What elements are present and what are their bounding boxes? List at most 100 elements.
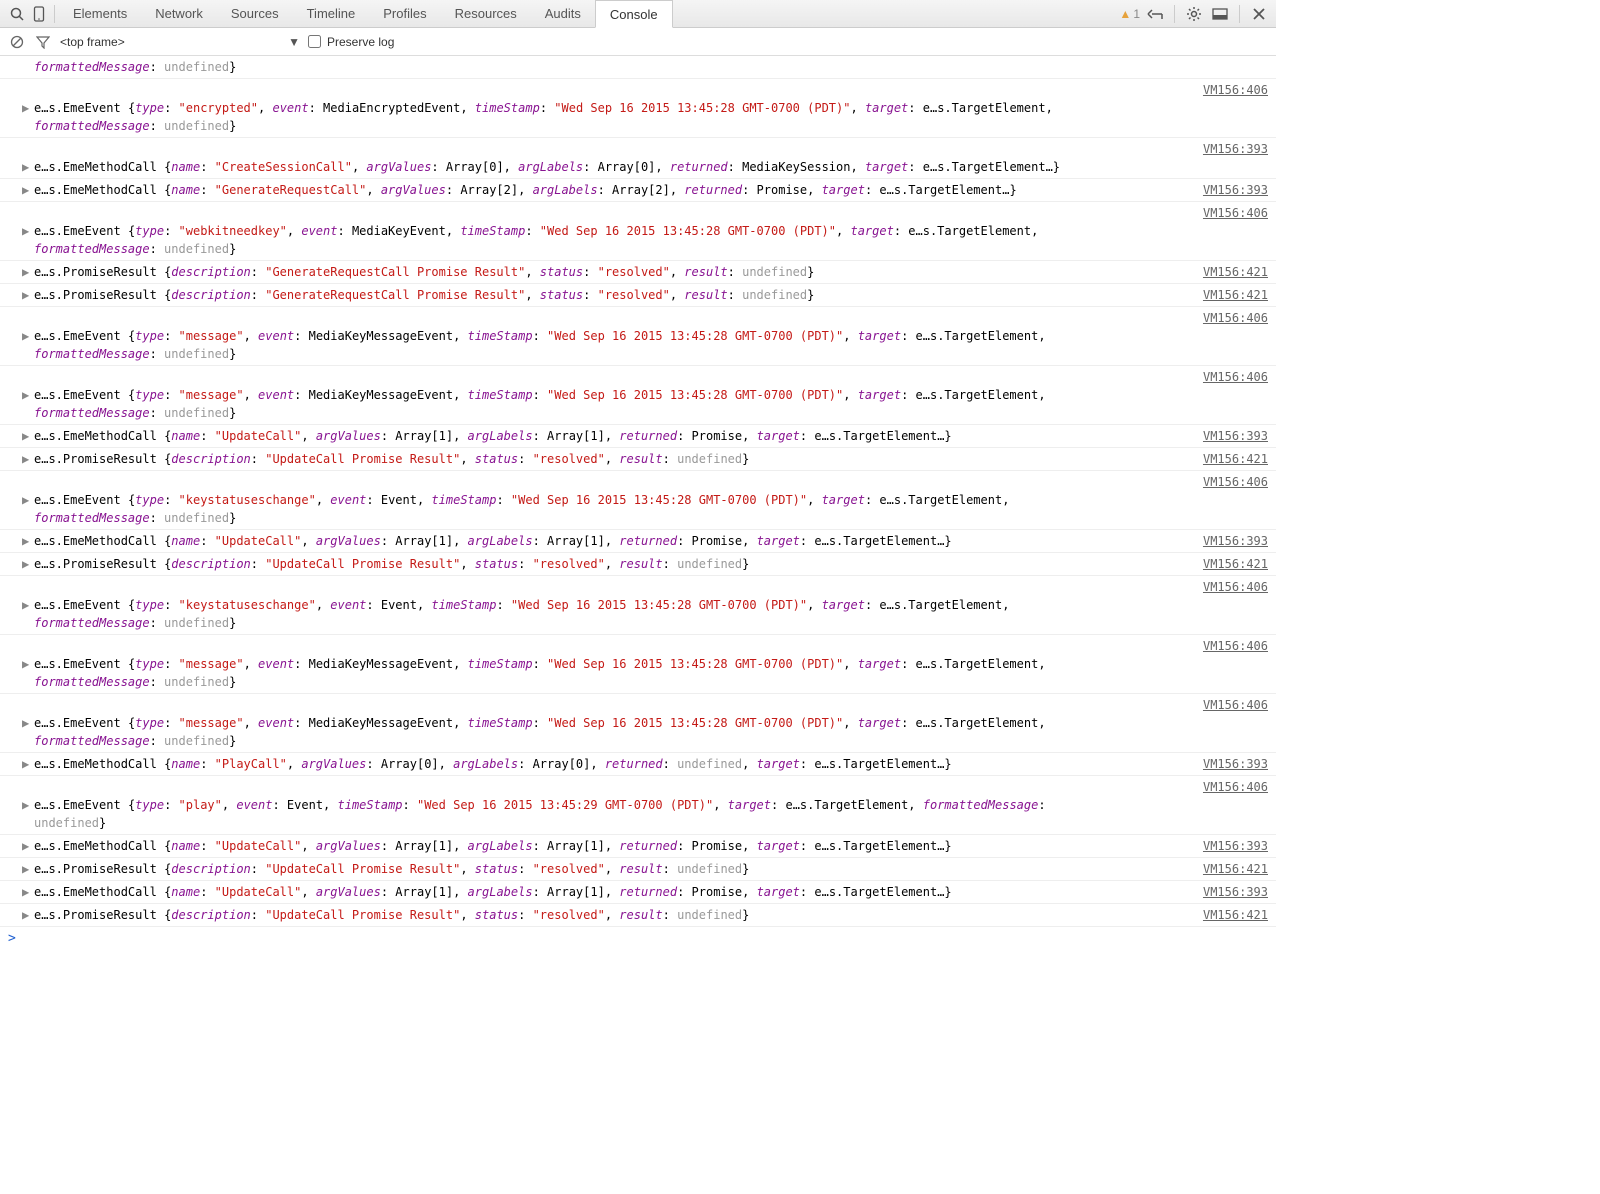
source-link[interactable]: VM156:393	[1203, 181, 1268, 199]
panel-tabs: Elements Network Sources Timeline Profil…	[59, 0, 673, 27]
close-icon[interactable]	[1248, 3, 1270, 25]
expand-arrow-icon[interactable]: ▶	[22, 99, 29, 117]
expand-arrow-icon[interactable]: ▶	[22, 906, 29, 924]
expand-arrow-icon[interactable]: ▶	[22, 263, 29, 281]
log-row: VM156:406 ▶ e…s.EmeEvent {type: "webkitn…	[0, 202, 1276, 261]
expand-arrow-icon[interactable]: ▶	[22, 837, 29, 855]
source-link[interactable]: VM156:421	[1203, 860, 1268, 878]
log-row: VM156:406 ▶ e…s.EmeEvent {type: "message…	[0, 635, 1276, 694]
device-icon[interactable]	[28, 3, 50, 25]
preserve-log-checkbox[interactable]: Preserve log	[308, 35, 394, 49]
log-row: VM156:421 ▶ e…s.PromiseResult {descripti…	[0, 261, 1276, 284]
log-row: VM156:421 ▶ e…s.PromiseResult {descripti…	[0, 284, 1276, 307]
log-row: VM156:406 ▶ e…s.EmeEvent {type: "encrypt…	[0, 79, 1276, 138]
preserve-log-label: Preserve log	[327, 35, 394, 49]
source-link[interactable]: VM156:406	[1203, 778, 1268, 796]
source-link[interactable]: VM156:421	[1203, 450, 1268, 468]
tab-network[interactable]: Network	[141, 0, 217, 27]
dock-icon[interactable]	[1209, 3, 1231, 25]
log-row: VM156:393 ▶ e…s.EmeMethodCall {name: "Up…	[0, 425, 1276, 448]
warning-count[interactable]: ▲ 1	[1119, 7, 1140, 21]
log-row: VM156:406 ▶ e…s.EmeEvent {type: "keystat…	[0, 471, 1276, 530]
source-link[interactable]: VM156:393	[1203, 532, 1268, 550]
source-link[interactable]: VM156:421	[1203, 286, 1268, 304]
console-prompt[interactable]: >	[0, 927, 1276, 950]
source-link[interactable]: VM156:406	[1203, 578, 1268, 596]
expand-arrow-icon[interactable]: ▶	[22, 491, 29, 509]
expand-arrow-icon[interactable]: ▶	[22, 450, 29, 468]
prompt-caret-icon: >	[8, 931, 16, 946]
expand-arrow-icon[interactable]: ▶	[22, 796, 29, 814]
separator	[1174, 5, 1175, 23]
source-link[interactable]: VM156:421	[1203, 555, 1268, 573]
log-row: formattedMessage: undefined}	[0, 56, 1276, 79]
source-link[interactable]: VM156:421	[1203, 906, 1268, 924]
log-row: VM156:421 ▶ e…s.PromiseResult {descripti…	[0, 553, 1276, 576]
expand-arrow-icon[interactable]: ▶	[22, 755, 29, 773]
expand-arrow-icon[interactable]: ▶	[22, 596, 29, 614]
expand-arrow-icon[interactable]: ▶	[22, 714, 29, 732]
warning-count-value: 1	[1133, 7, 1140, 21]
source-link[interactable]: VM156:406	[1203, 309, 1268, 327]
source-link[interactable]: VM156:406	[1203, 204, 1268, 222]
expand-arrow-icon[interactable]: ▶	[22, 158, 29, 176]
separator	[1239, 5, 1240, 23]
frame-selector[interactable]: <top frame> ▼	[60, 35, 300, 49]
log-row: VM156:393 ▶ e…s.EmeMethodCall {name: "Up…	[0, 530, 1276, 553]
log-row: VM156:406 ▶ e…s.EmeEvent {type: "message…	[0, 307, 1276, 366]
source-link[interactable]: VM156:393	[1203, 837, 1268, 855]
log-row: VM156:393 ▶ e…s.EmeMethodCall {name: "Pl…	[0, 753, 1276, 776]
expand-arrow-icon[interactable]: ▶	[22, 427, 29, 445]
source-link[interactable]: VM156:406	[1203, 368, 1268, 386]
tab-resources[interactable]: Resources	[441, 0, 531, 27]
source-link[interactable]: VM156:393	[1203, 140, 1268, 158]
source-link[interactable]: VM156:406	[1203, 473, 1268, 491]
log-row: VM156:406 ▶ e…s.EmeEvent {type: "play", …	[0, 776, 1276, 835]
tab-sources[interactable]: Sources	[217, 0, 293, 27]
tab-elements[interactable]: Elements	[59, 0, 141, 27]
log-row: VM156:393 ▶ e…s.EmeMethodCall {name: "Up…	[0, 881, 1276, 904]
expand-arrow-icon[interactable]: ▶	[22, 883, 29, 901]
log-row: VM156:406 ▶ e…s.EmeEvent {type: "message…	[0, 694, 1276, 753]
devtools-main-toolbar: Elements Network Sources Timeline Profil…	[0, 0, 1276, 28]
frame-selector-value: <top frame>	[60, 35, 125, 49]
log-row: VM156:393 ▶ e…s.EmeMethodCall {name: "Up…	[0, 835, 1276, 858]
clear-console-icon[interactable]	[8, 33, 26, 51]
expand-arrow-icon[interactable]: ▶	[22, 860, 29, 878]
log-row: VM156:421 ▶ e…s.PromiseResult {descripti…	[0, 904, 1276, 927]
warning-icon: ▲	[1119, 7, 1131, 21]
expand-arrow-icon[interactable]: ▶	[22, 327, 29, 345]
log-row: VM156:406 ▶ e…s.EmeEvent {type: "message…	[0, 366, 1276, 425]
expand-arrow-icon[interactable]: ▶	[22, 181, 29, 199]
tab-audits[interactable]: Audits	[531, 0, 595, 27]
tab-timeline[interactable]: Timeline	[293, 0, 370, 27]
source-link[interactable]: VM156:406	[1203, 696, 1268, 714]
source-link[interactable]: VM156:393	[1203, 427, 1268, 445]
console-output: formattedMessage: undefined} VM156:406 ▶…	[0, 56, 1276, 950]
log-row: VM156:421 ▶ e…s.PromiseResult {descripti…	[0, 858, 1276, 881]
preserve-log-input[interactable]	[308, 35, 321, 48]
expand-arrow-icon[interactable]: ▶	[22, 655, 29, 673]
log-row: VM156:421 ▶ e…s.PromiseResult {descripti…	[0, 448, 1276, 471]
log-row: VM156:406 ▶ e…s.EmeEvent {type: "keystat…	[0, 576, 1276, 635]
console-subtoolbar: <top frame> ▼ Preserve log	[0, 28, 1276, 56]
expand-arrow-icon[interactable]: ▶	[22, 222, 29, 240]
log-row: VM156:393 ▶ e…s.EmeMethodCall {name: "Cr…	[0, 138, 1276, 179]
expand-arrow-icon[interactable]: ▶	[22, 286, 29, 304]
expand-arrow-icon[interactable]: ▶	[22, 555, 29, 573]
tab-profiles[interactable]: Profiles	[369, 0, 440, 27]
tab-console[interactable]: Console	[595, 0, 673, 28]
source-link[interactable]: VM156:393	[1203, 755, 1268, 773]
source-link[interactable]: VM156:406	[1203, 81, 1268, 99]
filter-icon[interactable]	[34, 33, 52, 51]
show-drawer-icon[interactable]	[1144, 3, 1166, 25]
toolbar-right: ▲ 1	[1119, 3, 1270, 25]
search-icon[interactable]	[6, 3, 28, 25]
settings-gear-icon[interactable]	[1183, 3, 1205, 25]
source-link[interactable]: VM156:421	[1203, 263, 1268, 281]
log-row: VM156:393 ▶ e…s.EmeMethodCall {name: "Ge…	[0, 179, 1276, 202]
expand-arrow-icon[interactable]: ▶	[22, 386, 29, 404]
source-link[interactable]: VM156:393	[1203, 883, 1268, 901]
expand-arrow-icon[interactable]: ▶	[22, 532, 29, 550]
source-link[interactable]: VM156:406	[1203, 637, 1268, 655]
